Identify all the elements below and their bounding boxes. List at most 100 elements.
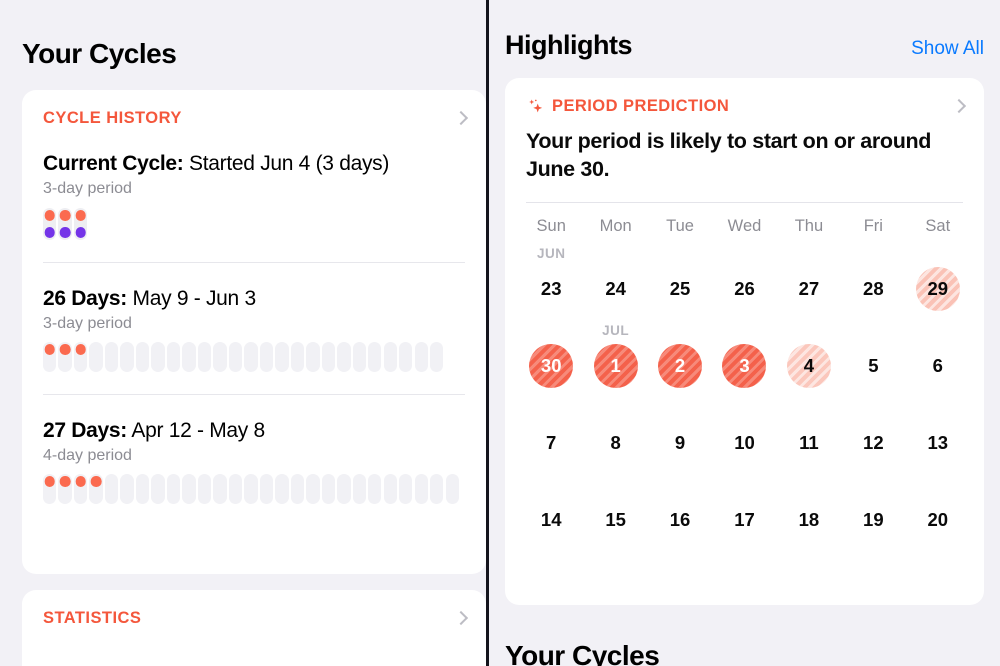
cycle-day-pill <box>228 342 243 372</box>
calendar-day[interactable]: 25 <box>658 267 702 311</box>
calendar-cell[interactable]: 17 <box>712 496 776 544</box>
cycle-day-pill <box>120 474 134 504</box>
calendar-day[interactable]: 3 <box>722 344 767 389</box>
cycle-day-pill <box>259 342 274 372</box>
calendar-cell[interactable]: 9 <box>648 419 712 467</box>
calendar-cell[interactable]: 18 <box>777 496 841 544</box>
calendar-day[interactable]: 19 <box>851 498 895 542</box>
calendar-day-number: 27 <box>798 278 820 300</box>
calendar-cell[interactable]: 8 <box>583 419 647 467</box>
calendar-cell[interactable]: 24 <box>583 265 647 313</box>
calendar-month-label <box>712 246 776 265</box>
calendar-day[interactable]: 9 <box>658 421 702 465</box>
calendar-day[interactable]: 15 <box>594 498 638 542</box>
calendar-cell[interactable]: 26 <box>712 265 776 313</box>
calendar-cell[interactable]: 6 <box>906 342 970 390</box>
calendar-cell[interactable]: 28 <box>841 265 905 313</box>
calendar-day-number: 10 <box>734 432 755 454</box>
period-day-dot <box>75 476 86 487</box>
calendar-cell[interactable]: 29 <box>906 265 970 313</box>
calendar-cell[interactable]: 27 <box>777 265 841 313</box>
calendar-day[interactable]: 4 <box>786 344 831 389</box>
calendar-day[interactable]: 29 <box>915 267 960 312</box>
cycle-day-pill <box>337 474 351 504</box>
chevron-right-icon[interactable] <box>455 610 466 628</box>
calendar-cell[interactable]: 30 <box>519 342 583 390</box>
statistics-header[interactable]: STATISTICS <box>22 590 486 628</box>
calendar-month-label <box>712 400 776 419</box>
calendar-day[interactable]: 7 <box>529 421 573 465</box>
cycle-day-pill <box>166 342 181 372</box>
calendar-day-name: Sun <box>536 217 566 236</box>
calendar-cell[interactable]: 5 <box>841 342 905 390</box>
calendar-cell[interactable]: 3 <box>712 342 776 390</box>
calendar-month-label-row <box>519 400 970 419</box>
calendar-day[interactable]: 5 <box>851 344 895 388</box>
calendar-day[interactable]: 28 <box>851 267 895 311</box>
calendar-day-number: 14 <box>540 509 562 531</box>
chevron-right-icon[interactable] <box>455 110 466 128</box>
calendar-cell[interactable]: 13 <box>906 419 970 467</box>
calendar-day[interactable]: 10 <box>722 421 766 465</box>
calendar-cell[interactable]: 7 <box>519 419 583 467</box>
calendar-day[interactable]: 17 <box>722 498 766 542</box>
calendar-cell[interactable]: 16 <box>648 496 712 544</box>
calendar-day[interactable]: 1 <box>593 344 638 389</box>
cycle-row-range: Started Jun 4 (3 days) <box>183 152 390 175</box>
sparkles-icon <box>526 97 545 116</box>
calendar-cell[interactable]: 14 <box>519 496 583 544</box>
calendar-day[interactable]: 30 <box>529 344 574 389</box>
calendar-cell[interactable]: 19 <box>841 496 905 544</box>
cycle-history-header[interactable]: CYCLE HISTORY <box>22 90 486 128</box>
calendar-day-number: 4 <box>803 355 815 377</box>
calendar-day-name: Fri <box>863 217 883 236</box>
calendar-day[interactable]: 27 <box>787 267 831 311</box>
cycle-day-pill <box>43 474 57 504</box>
calendar-body: JUN 23 24 25 26 27 28 29 JUL 30 1 2 3 4 5 6 7 8 9 10 11 12 13 1… <box>519 246 970 544</box>
cycle-day-pill <box>399 474 413 504</box>
calendar-cell[interactable]: 20 <box>906 496 970 544</box>
calendar-day[interactable]: 2 <box>658 344 703 389</box>
cycle-history-card[interactable]: CYCLE HISTORY Current Cycle: Started Jun… <box>22 90 486 574</box>
calendar-day-number: 26 <box>734 278 755 300</box>
calendar-day-number: 16 <box>669 509 691 531</box>
calendar-cell[interactable]: 4 <box>777 342 841 390</box>
calendar-cell[interactable]: 2 <box>648 342 712 390</box>
cycle-row-subtitle: 3-day period <box>43 315 132 332</box>
calendar-day[interactable]: 18 <box>787 498 831 542</box>
calendar-day-number: 23 <box>540 278 562 300</box>
period-prediction-card[interactable]: PERIOD PREDICTION Your period is likely … <box>505 78 984 605</box>
chevron-right-icon[interactable] <box>953 98 964 116</box>
calendar-cell[interactable]: 25 <box>648 265 712 313</box>
calendar-day[interactable]: 26 <box>722 267 766 311</box>
calendar-day[interactable]: 12 <box>851 421 895 465</box>
calendar-cell[interactable]: 11 <box>777 419 841 467</box>
calendar-day[interactable]: 6 <box>916 344 960 388</box>
statistics-card[interactable]: STATISTICS <box>22 590 486 666</box>
calendar-cell[interactable]: 23 <box>519 265 583 313</box>
calendar-month-label <box>841 246 905 265</box>
calendar-day-number: 12 <box>863 432 884 454</box>
calendar-cell[interactable]: 15 <box>583 496 647 544</box>
period-prediction-header[interactable]: PERIOD PREDICTION <box>505 78 984 116</box>
show-all-link[interactable]: Show All <box>911 38 984 60</box>
calendar-day[interactable]: 16 <box>658 498 702 542</box>
calendar-day[interactable]: 24 <box>594 267 638 311</box>
calendar-day[interactable]: 11 <box>787 421 831 465</box>
calendar-week-row: 23 24 25 26 27 28 29 <box>519 265 970 313</box>
calendar-day[interactable]: 13 <box>916 421 960 465</box>
calendar-day[interactable]: 14 <box>529 498 573 542</box>
calendar-month-label <box>777 246 841 265</box>
calendar-month-label-row <box>519 477 970 496</box>
cycle-row-title: 26 Days: May 9 - Jun 3 <box>43 287 465 311</box>
calendar-cell[interactable]: 1 <box>583 342 647 390</box>
calendar-cell[interactable]: 10 <box>712 419 776 467</box>
calendar-day[interactable]: 8 <box>594 421 638 465</box>
calendar-month-label <box>906 323 970 342</box>
cycle-history-rows: Current Cycle: Started Jun 4 (3 days) 3-d… <box>22 128 486 504</box>
calendar-day[interactable]: 20 <box>916 498 960 542</box>
calendar-day-number: 13 <box>927 432 949 454</box>
calendar-day-number: 29 <box>927 278 949 300</box>
calendar-day[interactable]: 23 <box>529 267 573 311</box>
calendar-cell[interactable]: 12 <box>841 419 905 467</box>
